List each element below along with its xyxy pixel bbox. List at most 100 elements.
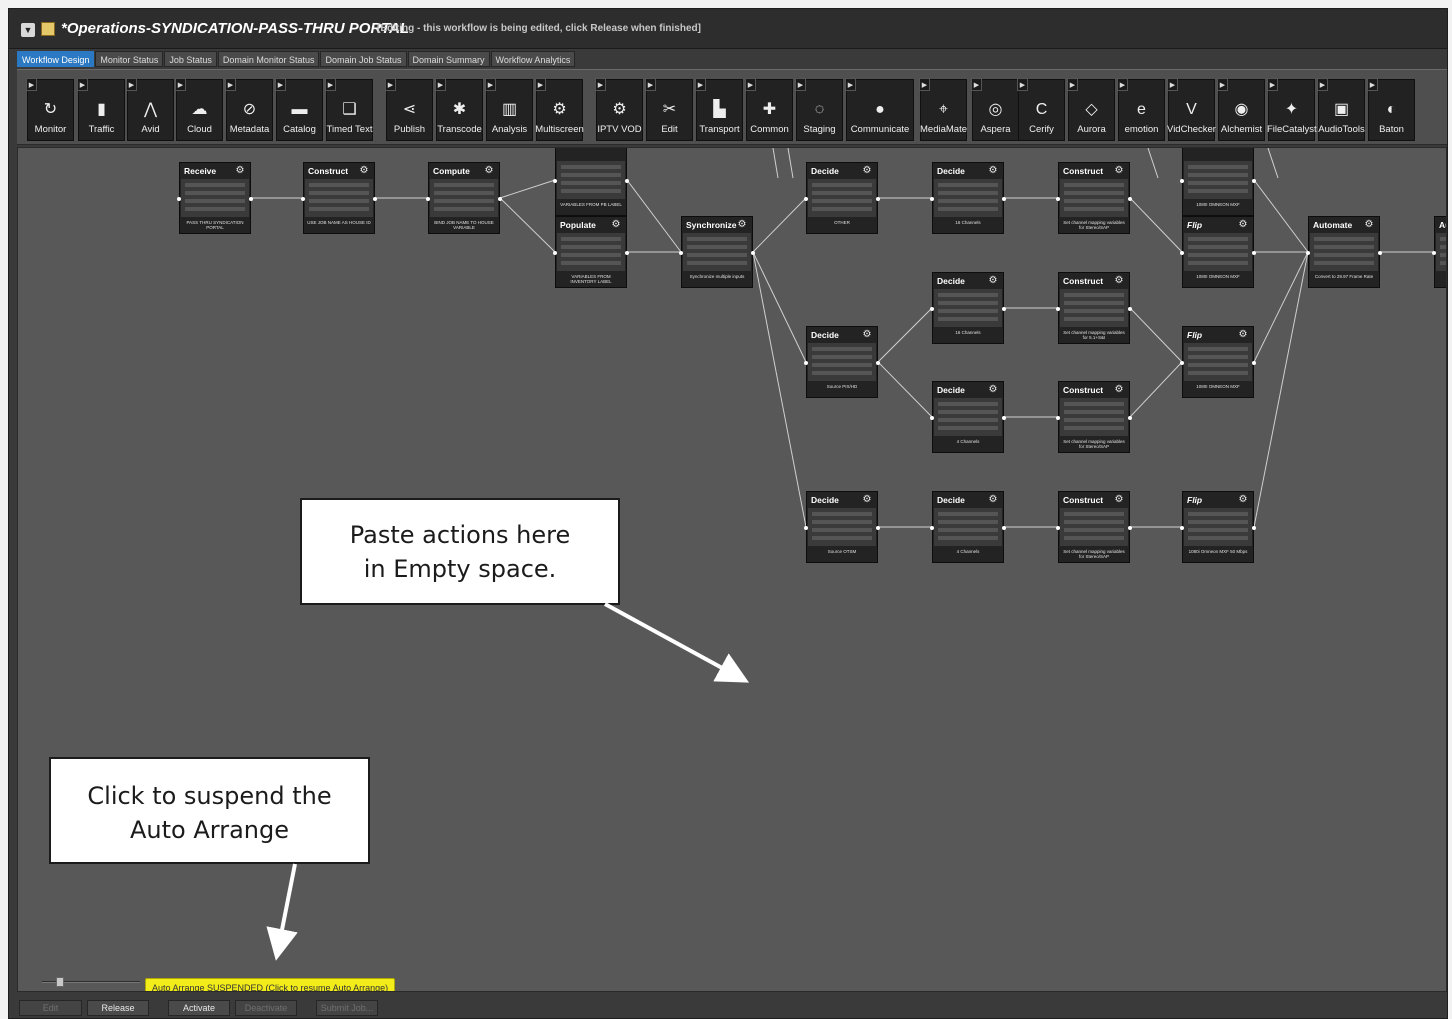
workflow-node-construct1[interactable]: Construct ⚙ USE JOB NAME AS HOUSE ID xyxy=(301,162,377,234)
workflow-node-construct-stereo-a[interactable]: Construct ⚙ Set channel mapping variables … xyxy=(1056,162,1132,234)
input-port[interactable] xyxy=(1306,251,1310,255)
deactivate-button[interactable]: Deactivate xyxy=(235,1000,297,1016)
output-port[interactable] xyxy=(876,361,880,365)
tool-avid[interactable]: ▶ ⋀ Avid xyxy=(126,78,174,141)
output-port[interactable] xyxy=(1002,197,1006,201)
input-port[interactable] xyxy=(426,197,430,201)
workflow-node-decide-4ch-b[interactable]: Decide ⚙ 4 Channels xyxy=(930,491,1006,563)
tool-metadata[interactable]: ▶ ⊘ Metadata xyxy=(225,78,273,141)
tool-audiotools[interactable]: ▶ ▣ AudioTools xyxy=(1317,78,1365,141)
activate-button[interactable]: Activate xyxy=(168,1000,230,1016)
output-port[interactable] xyxy=(373,197,377,201)
expand-icon[interactable]: ▶ xyxy=(645,78,656,91)
tool-common[interactable]: ▶ ✚ Common xyxy=(745,78,793,141)
input-port[interactable] xyxy=(1180,251,1184,255)
tab-job-status[interactable]: Job Status xyxy=(164,51,217,67)
output-port[interactable] xyxy=(1252,179,1256,183)
output-port[interactable] xyxy=(1252,251,1256,255)
output-port[interactable] xyxy=(625,179,629,183)
workflow-node-receive[interactable]: Receive ⚙ PASS THRU SYNDICATION PORTAL xyxy=(177,162,253,234)
tool-iptv-vod[interactable]: ▶ ⚙ IPTV VOD xyxy=(595,78,643,141)
expand-icon[interactable]: ▶ xyxy=(1267,78,1278,91)
tool-timed-text[interactable]: ▶ ❑ Timed Text xyxy=(325,78,373,141)
expand-icon[interactable]: ▶ xyxy=(1317,78,1328,91)
expand-icon[interactable]: ▶ xyxy=(485,78,496,91)
expand-icon[interactable]: ▶ xyxy=(845,78,856,91)
tool-cloud[interactable]: ▶ ☁ Cloud xyxy=(175,78,223,141)
expand-icon[interactable]: ▶ xyxy=(1017,78,1028,91)
tool-vidchecker[interactable]: ▶ V VidChecker xyxy=(1167,78,1216,141)
expand-icon[interactable]: ▶ xyxy=(745,78,756,91)
expand-icon[interactable]: ▶ xyxy=(77,78,88,91)
input-port[interactable] xyxy=(930,197,934,201)
workflow-node-decide-16ch-a[interactable]: Decide ⚙ 16 Channels xyxy=(930,162,1006,234)
expand-icon[interactable]: ▶ xyxy=(1217,78,1228,91)
input-port[interactable] xyxy=(804,361,808,365)
input-port[interactable] xyxy=(1180,179,1184,183)
input-port[interactable] xyxy=(930,307,934,311)
input-port[interactable] xyxy=(930,416,934,420)
input-port[interactable] xyxy=(679,251,683,255)
tool-cerify[interactable]: ▶ C Cerify xyxy=(1017,78,1065,141)
output-port[interactable] xyxy=(751,251,755,255)
tab-domain-job-status[interactable]: Domain Job Status xyxy=(320,51,407,67)
workflow-node-decide-16ch-b[interactable]: Decide ⚙ 16 Channels xyxy=(930,272,1006,344)
tab-workflow-analytics[interactable]: Workflow Analytics xyxy=(490,51,576,67)
output-port[interactable] xyxy=(249,197,253,201)
input-port[interactable] xyxy=(1056,307,1060,311)
tool-transport[interactable]: ▶ ▙ Transport xyxy=(695,78,743,141)
tool-aurora[interactable]: ▶ ◇ Aurora xyxy=(1067,78,1115,141)
input-port[interactable] xyxy=(301,197,305,201)
expand-icon[interactable]: ▶ xyxy=(435,78,446,91)
expand-icon[interactable]: ▶ xyxy=(175,78,186,91)
input-port[interactable] xyxy=(1432,251,1436,255)
workflow-node-construct-51[interactable]: Construct ⚙ Set channel mapping variables … xyxy=(1056,272,1132,344)
expand-icon[interactable]: ▶ xyxy=(535,78,546,91)
output-port[interactable] xyxy=(1002,416,1006,420)
input-port[interactable] xyxy=(804,197,808,201)
expand-icon[interactable]: ▶ xyxy=(695,78,706,91)
workflow-node-synchronize[interactable]: Synchronize ⚙ Synchronize multiple inputs xyxy=(679,216,755,288)
release-button[interactable]: Release xyxy=(87,1000,149,1016)
workflow-node-populate[interactable]: Populate ⚙ VARIABLES FROM INVENTORY LABEL xyxy=(553,216,629,288)
input-port[interactable] xyxy=(553,179,557,183)
input-port[interactable] xyxy=(1056,416,1060,420)
expand-icon[interactable]: ▶ xyxy=(595,78,606,91)
tab-monitor-status[interactable]: Monitor Status xyxy=(95,51,164,67)
tab-domain-summary[interactable]: Domain Summary xyxy=(407,51,490,67)
expand-icon[interactable]: ▶ xyxy=(1167,78,1178,91)
submit-job-button[interactable]: Submit Job... xyxy=(316,1000,378,1016)
tool-baton[interactable]: ▶ ◐ Baton xyxy=(1367,78,1415,141)
tool-emotion[interactable]: ▶ e emotion xyxy=(1117,78,1165,141)
edit-button[interactable]: Edit xyxy=(19,1000,82,1016)
expand-icon[interactable]: ▶ xyxy=(1067,78,1078,91)
expand-icon[interactable]: ▶ xyxy=(1367,78,1378,91)
workflow-node-top-node[interactable]: VARIABLES FROM PB LABEL xyxy=(553,148,629,216)
output-port[interactable] xyxy=(1128,197,1132,201)
input-port[interactable] xyxy=(930,526,934,530)
zoom-thumb[interactable] xyxy=(56,977,64,987)
tool-analysis[interactable]: ▶ ▥ Analysis xyxy=(485,78,533,141)
workflow-node-decide-otsm[interactable]: Decide ⚙ Source OTSM xyxy=(804,491,880,563)
output-port[interactable] xyxy=(1378,251,1382,255)
workflow-node-flip-c[interactable]: Flip ⚙ 1080i Omneon MXF 50 Mbps xyxy=(1180,491,1256,563)
tool-mediamate[interactable]: ▶ ⌖ MediaMate xyxy=(919,78,967,141)
input-port[interactable] xyxy=(804,526,808,530)
output-port[interactable] xyxy=(498,197,502,201)
output-port[interactable] xyxy=(1128,416,1132,420)
input-port[interactable] xyxy=(1056,197,1060,201)
tool-transcode[interactable]: ▶ ✱ Transcode xyxy=(435,78,483,141)
expand-icon[interactable]: ▶ xyxy=(275,78,286,91)
input-port[interactable] xyxy=(1180,361,1184,365)
expand-icon[interactable]: ▶ xyxy=(1117,78,1128,91)
output-port[interactable] xyxy=(1128,526,1132,530)
workflow-node-construct-stereo-b[interactable]: Construct ⚙ Set channel mapping variables … xyxy=(1056,381,1132,453)
output-port[interactable] xyxy=(1252,361,1256,365)
zoom-slider[interactable] xyxy=(42,977,140,987)
workflow-node-decide-other[interactable]: Decide ⚙ OTHER xyxy=(804,162,880,234)
tool-multiscreen[interactable]: ▶ ⚙ Multiscreen xyxy=(535,78,584,141)
input-port[interactable] xyxy=(177,197,181,201)
workflow-node-flip-1080-top[interactable]: 1080I OMNEON MXF xyxy=(1180,148,1256,216)
workflow-node-automate[interactable]: Automate ⚙ Convert to 29.97 Frame Rate xyxy=(1306,216,1382,288)
expand-icon[interactable]: ▶ xyxy=(26,78,37,91)
